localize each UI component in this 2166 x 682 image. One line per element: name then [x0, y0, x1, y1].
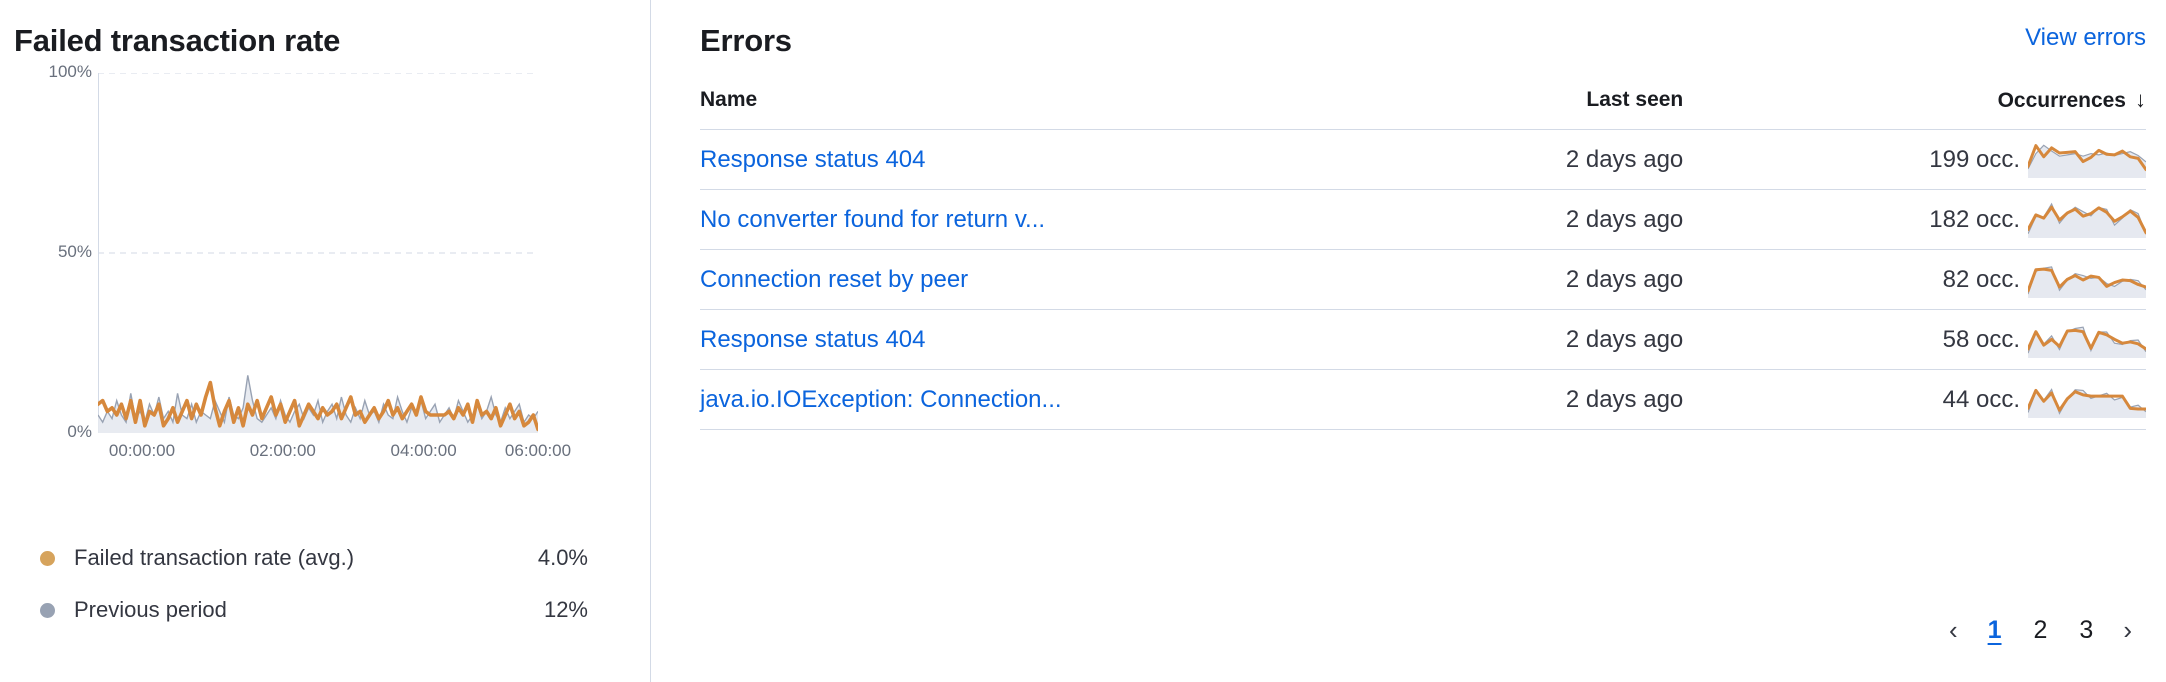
occurrences-count: 82 occ.: [1942, 265, 2020, 293]
column-header-last-seen[interactable]: Last seen: [1365, 87, 1684, 131]
table-row[interactable]: Connection reset by peer 2 days ago 82 occ…: [700, 249, 2146, 311]
occurrences-sparkline: [2028, 322, 2146, 358]
legend-color-dot-previous: [40, 602, 55, 618]
legend-color-dot-primary: [40, 550, 55, 566]
error-name-link[interactable]: java.io.IOException: Connection...: [700, 386, 1062, 413]
occurrences-count: 58 occ.: [1942, 325, 2020, 353]
failed-transaction-rate-chart: [98, 73, 538, 434]
occurrences-wrapper: 44 occ.: [1683, 382, 2146, 418]
errors-title: Errors: [700, 23, 792, 58]
error-name-cell: Response status 404: [700, 129, 1366, 191]
column-header-name[interactable]: Name: [700, 87, 1366, 131]
table-row[interactable]: Response status 404 2 days ago 58 occ.: [700, 309, 2146, 371]
view-errors-link[interactable]: View errors: [2025, 22, 2146, 53]
occurrences-wrapper: 58 occ.: [1683, 322, 2146, 358]
occurrences-wrapper: 199 occ.: [1683, 142, 2146, 178]
occurrences-cell: 44 occ.: [1683, 369, 2146, 431]
legend-item: Previous period 12%: [40, 584, 600, 636]
y-axis-tick: 50%: [57, 242, 92, 262]
occurrences-cell: 82 occ.: [1683, 249, 2146, 311]
errors-table: Name Last seen Occurrences ↓ Response sta…: [700, 87, 2146, 431]
pagination: ‹ 1 2 3 ›: [1935, 613, 2146, 648]
occurrences-count: 182 occ.: [1929, 205, 2020, 233]
x-axis-tick: 02:00:00: [249, 441, 316, 461]
y-axis-tick: 100%: [48, 62, 92, 82]
table-header-row: Name Last seen Occurrences ↓: [700, 87, 2146, 131]
x-axis-tick: 04:00:00: [390, 441, 457, 461]
pagination-page-1[interactable]: 1: [1972, 613, 2018, 647]
error-name-link[interactable]: Response status 404: [700, 146, 925, 173]
chart-area: 0% 50% 100% 00:00:00 02:00:00 04:00:00 06:00:…: [0, 62, 650, 493]
failed-transaction-rate-panel: Failed transaction rate 0% 50% 100% 00:00:…: [0, 0, 651, 682]
error-name-cell: java.io.IOException: Connection...: [700, 369, 1366, 431]
last-seen-cell: 2 days ago: [1365, 369, 1684, 431]
legend-value: 4.0%: [537, 545, 588, 570]
legend-label: Previous period: [74, 597, 227, 622]
error-name-link[interactable]: Connection reset by peer: [700, 266, 968, 293]
pagination-prev-icon[interactable]: ‹: [1935, 613, 1972, 648]
last-seen-cell: 2 days ago: [1365, 129, 1684, 191]
column-header-occurrences[interactable]: Occurrences ↓: [1683, 87, 2146, 131]
legend-item: Failed transaction rate (avg.) 4.0%: [40, 532, 600, 584]
column-header-occurrences-label: Occurrences: [1997, 89, 2126, 113]
pagination-page-3[interactable]: 3: [2063, 613, 2109, 647]
error-name-cell: Response status 404: [700, 309, 1366, 371]
pagination-next-icon[interactable]: ›: [2109, 613, 2146, 648]
legend-label: Failed transaction rate (avg.): [74, 545, 355, 570]
chart-legend: Failed transaction rate (avg.) 4.0% Prev…: [40, 532, 600, 636]
y-axis-tick: 0%: [67, 422, 92, 442]
occurrences-sparkline: [2028, 262, 2146, 298]
error-name-cell: No converter found for return v...: [700, 189, 1366, 251]
occurrences-cell: 182 occ.: [1683, 189, 2146, 251]
errors-table-body: Response status 404 2 days ago 199 occ. No …: [700, 129, 2146, 431]
error-name-cell: Connection reset by peer: [700, 249, 1366, 311]
occurrences-sparkline: [2028, 382, 2146, 418]
errors-header: Errors View errors: [700, 22, 2146, 59]
last-seen-cell: 2 days ago: [1365, 189, 1684, 251]
table-row[interactable]: Response status 404 2 days ago 199 occ.: [700, 129, 2146, 191]
error-name-link[interactable]: No converter found for return v...: [700, 206, 1045, 233]
occurrences-wrapper: 82 occ.: [1683, 262, 2146, 298]
last-seen-cell: 2 days ago: [1365, 249, 1684, 311]
occurrences-count: 44 occ.: [1942, 385, 2020, 413]
occurrences-cell: 58 occ.: [1683, 309, 2146, 371]
table-row[interactable]: java.io.IOException: Connection... 2 days…: [700, 369, 2146, 431]
error-name-link[interactable]: Response status 404: [700, 326, 925, 353]
table-row[interactable]: No converter found for return v... 2 days…: [700, 189, 2146, 251]
y-axis-labels: 0% 50% 100%: [0, 62, 92, 473]
last-seen-cell: 2 days ago: [1365, 309, 1684, 371]
x-axis-tick: 06:00:00: [504, 441, 572, 461]
occurrences-sparkline: [2028, 202, 2146, 238]
errors-table-head: Name Last seen Occurrences ↓: [700, 87, 2146, 131]
occurrences-count: 199 occ.: [1929, 145, 2020, 173]
sort-descending-icon: ↓: [2135, 87, 2146, 113]
x-axis-labels: 00:00:00 02:00:00 04:00:00 06:00:00: [98, 441, 571, 467]
dashboard-root: Failed transaction rate 0% 50% 100% 00:00:…: [0, 0, 2166, 682]
legend-value: 12%: [543, 597, 588, 622]
chart-title: Failed transaction rate: [14, 23, 341, 58]
occurrences-wrapper: 182 occ.: [1683, 202, 2146, 238]
occurrences-sparkline: [2028, 142, 2146, 178]
errors-panel: Errors View errors Name Last seen Occurr…: [650, 0, 2166, 682]
x-axis-tick: 00:00:00: [108, 441, 176, 461]
occurrences-cell: 199 occ.: [1683, 129, 2146, 191]
pagination-page-2[interactable]: 2: [2018, 613, 2064, 647]
